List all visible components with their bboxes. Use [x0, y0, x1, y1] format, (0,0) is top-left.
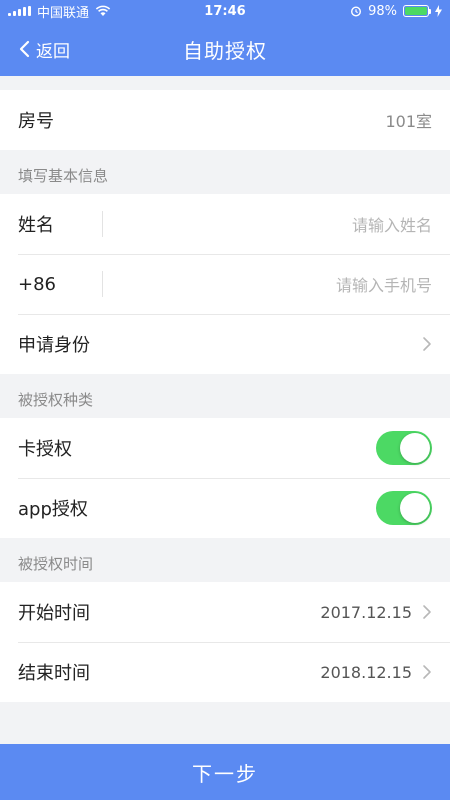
- page-title: 自助授权: [183, 38, 267, 63]
- card-auth-label: 卡授权: [18, 439, 72, 460]
- name-input[interactable]: 请输入姓名: [352, 212, 432, 236]
- room-row: 房号 101室: [0, 90, 450, 150]
- battery-icon: [403, 5, 431, 17]
- nav-bar: 返回 自助授权: [0, 22, 450, 76]
- section-title-auth-time: 被授权时间: [18, 555, 94, 573]
- start-time-row[interactable]: 开始时间 2017.12.15: [0, 582, 450, 642]
- status-left: 中国联通: [8, 2, 111, 21]
- room-card: 房号 101室: [0, 90, 450, 150]
- signal-icon: [8, 6, 31, 16]
- room-value: 101室: [385, 112, 432, 131]
- back-label: 返回: [36, 41, 70, 62]
- toggle-knob: [400, 493, 430, 523]
- divider: [102, 211, 103, 237]
- auth-types-card: 卡授权 app授权: [0, 418, 450, 538]
- phone-input[interactable]: 请输入手机号: [336, 272, 432, 296]
- chevron-right-icon: [423, 605, 431, 619]
- card-auth-toggle[interactable]: [376, 431, 432, 465]
- app-auth-label: app授权: [18, 499, 88, 520]
- name-row: 姓名 请输入姓名: [0, 194, 450, 254]
- wifi-icon: [95, 5, 111, 16]
- end-time-label: 结束时间: [18, 663, 90, 684]
- status-right: 98%: [350, 4, 442, 19]
- chevron-right-icon: [423, 665, 431, 679]
- chevron-right-icon: [423, 337, 431, 351]
- section-title-auth-types: 被授权种类: [18, 391, 94, 409]
- status-bar: 中国联通 17:46 98%: [0, 0, 450, 22]
- battery-fill: [405, 7, 427, 15]
- app-auth-row: app授权: [0, 478, 450, 538]
- section-title-basic-info: 填写基本信息: [18, 167, 109, 185]
- name-label: 姓名: [18, 215, 54, 236]
- back-button[interactable]: 返回: [18, 22, 70, 76]
- phone-row: +86 请输入手机号: [0, 254, 450, 314]
- country-code-label: +86: [18, 273, 56, 295]
- basic-info-card: 姓名 请输入姓名 +86 请输入手机号 申请身份: [0, 194, 450, 374]
- identity-row[interactable]: 申请身份: [0, 314, 450, 374]
- room-label: 房号: [18, 111, 54, 132]
- alarm-icon: [351, 6, 362, 17]
- battery-percent: 98%: [368, 3, 397, 19]
- next-button[interactable]: 下一步: [0, 744, 450, 800]
- card-auth-row: 卡授权: [0, 418, 450, 478]
- divider: [102, 271, 103, 297]
- toggle-knob: [400, 433, 430, 463]
- end-time-row[interactable]: 结束时间 2018.12.15: [0, 642, 450, 702]
- chevron-left-icon: [19, 40, 30, 58]
- carrier-label: 中国联通: [37, 5, 90, 21]
- start-time-value: 2017.12.15: [320, 602, 412, 622]
- app-auth-toggle[interactable]: [376, 491, 432, 525]
- auth-time-card: 开始时间 2017.12.15 结束时间 2018.12.15: [0, 582, 450, 702]
- start-time-label: 开始时间: [18, 603, 90, 624]
- charging-icon: [435, 5, 442, 17]
- identity-label: 申请身份: [18, 335, 90, 356]
- end-time-value: 2018.12.15: [320, 662, 412, 682]
